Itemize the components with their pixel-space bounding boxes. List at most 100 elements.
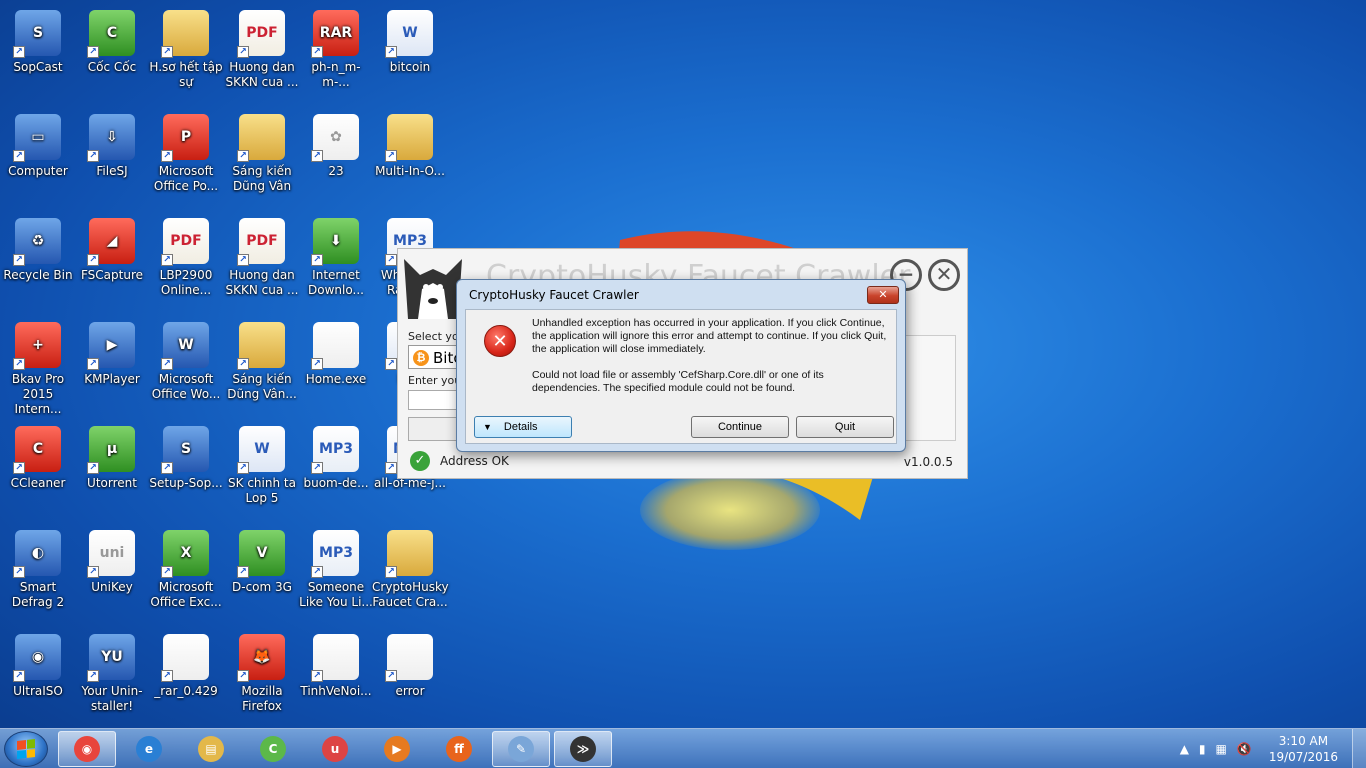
shortcut-arrow-icon: ↗ xyxy=(87,46,99,58)
details-label: Details xyxy=(503,421,538,433)
desktop-icon-image: V ↗ xyxy=(237,530,285,578)
desktop-icon[interactable]: ◐ ↗ Smart Defrag 2 xyxy=(0,526,76,610)
desktop-icon-image: W↗ xyxy=(161,322,209,370)
network-icon[interactable]: ▦ xyxy=(1216,742,1227,756)
desktop-icon[interactable]: P ↗ Microsoft Office Po... xyxy=(148,110,224,194)
details-button[interactable]: ▼ Details xyxy=(474,416,572,438)
taskbar-file-explorer-button[interactable]: ▤ xyxy=(182,731,240,767)
media-player-icon: ▶ xyxy=(384,736,410,762)
show-desktop-button[interactable] xyxy=(1352,729,1366,768)
desktop-icon-glyph: + xyxy=(32,336,44,353)
desktop-icon[interactable]: ✿ ↗ 23 xyxy=(298,110,374,179)
taskbar-cryptohusky-button[interactable]: ≫ xyxy=(554,731,612,767)
desktop-icon[interactable]: W ↗ Microsoft Office Wo... xyxy=(148,318,224,402)
desktop-icon[interactable]: V ↗ D-com 3G xyxy=(224,526,300,595)
desktop-icon-label: 23 xyxy=(328,164,344,178)
desktop-icon-label: FileSJ xyxy=(96,164,128,178)
desktop-icon[interactable]: µ ↗ Utorrent xyxy=(74,422,150,491)
desktop-icon[interactable]: ↗ Multi-In-O... xyxy=(372,110,448,179)
desktop-icon-label: Huong dan SKKN cua ... xyxy=(225,60,299,89)
desktop-icon[interactable]: MP3 ↗ Someone Like You Li... xyxy=(298,526,374,610)
desktop-icon[interactable]: ↗ Sáng kiến Dũng Vân... xyxy=(224,318,300,402)
clock[interactable]: 3:10 AM 19/07/2016 xyxy=(1269,733,1338,765)
desktop-icon-image: ▭ ↗ xyxy=(13,114,61,162)
desktop-icon[interactable]: ◉ ↗ UltraISO xyxy=(0,630,76,699)
continue-button[interactable]: Continue xyxy=(691,416,789,438)
shortcut-arrow-icon: ↗ xyxy=(237,462,249,474)
desktop-icon[interactable]: X ↗ Microsoft Office Exc... xyxy=(148,526,224,610)
paint-icon: ✎ xyxy=(508,736,534,762)
taskbar-firefox-button[interactable]: ff xyxy=(430,731,488,767)
error-message-general: Unhandled exception has occurred in your… xyxy=(532,317,887,355)
shortcut-arrow-icon: ↗ xyxy=(311,46,323,58)
desktop-icon[interactable]: ▭ ↗ Computer xyxy=(0,110,76,179)
desktop-icon[interactable]: MP3 ↗ buom-de... xyxy=(298,422,374,491)
desktop-icon-image: W↗ xyxy=(385,10,433,58)
address-status: ✓ Address OK xyxy=(410,451,509,471)
close-icon[interactable]: ✕ xyxy=(928,259,960,291)
desktop-icon[interactable]: ↗ Home.exe xyxy=(298,318,374,387)
battery-icon[interactable]: ▮ xyxy=(1199,742,1206,756)
desktop-icon-image: ↗ xyxy=(311,322,359,370)
desktop-icon[interactable]: ↗ Sáng kiến Dũng Vân xyxy=(224,110,300,194)
shortcut-arrow-icon: ↗ xyxy=(161,46,173,58)
error-dialog[interactable]: CryptoHusky Faucet Crawler ✕ ✕ Unhandled… xyxy=(456,279,906,452)
desktop-icon[interactable]: PDF ↗ Huong dan SKKN cua ... xyxy=(224,6,300,90)
desktop-icon[interactable]: ⇩ ↗ FileSJ xyxy=(74,110,150,179)
status-text: Address OK xyxy=(440,454,509,468)
dialog-close-button[interactable]: ✕ xyxy=(867,286,899,304)
desktop-icon-glyph: PDF xyxy=(246,24,278,41)
shortcut-arrow-icon: ↗ xyxy=(311,150,323,162)
desktop-icon-image: ◉ ↗ xyxy=(13,634,61,682)
desktop-icon-glyph: ▶ xyxy=(106,336,118,353)
show-hidden-icons-icon[interactable]: ▲ xyxy=(1180,742,1189,756)
desktop-icon-label: Utorrent xyxy=(87,476,137,490)
desktop-icon[interactable]: ↗ H.sơ hết tập sự xyxy=(148,6,224,90)
taskbar-unikey-button[interactable]: u xyxy=(306,731,364,767)
desktop-icon-label: SK chinh ta Lop 5 xyxy=(228,476,296,505)
desktop-icon-image: ↗ xyxy=(237,114,285,162)
desktop-icon[interactable]: W ↗ bitcoin xyxy=(372,6,448,75)
shortcut-arrow-icon: ↗ xyxy=(385,358,397,370)
desktop-icon[interactable]: 🦊 ↗ Mozilla Firefox xyxy=(224,630,300,714)
desktop-icon-glyph: W xyxy=(254,440,270,457)
desktop-icon-image: YU ↗ xyxy=(87,634,135,682)
taskbar-media-player-button[interactable]: ▶ xyxy=(368,731,426,767)
desktop-icon[interactable]: C ↗ Cốc Cốc xyxy=(74,6,150,75)
taskbar-coccoc-button[interactable]: C xyxy=(244,731,302,767)
desktop-icon-image: ↗ xyxy=(237,322,285,370)
desktop-icon[interactable]: ⬇ ↗ Internet Downlo... xyxy=(298,214,374,298)
desktop-icon[interactable]: W ↗ SK chinh ta Lop 5 xyxy=(224,422,300,506)
desktop-icon[interactable]: S ↗ Setup-Sop... xyxy=(148,422,224,491)
desktop-icon[interactable]: ▶ ↗ KMPlayer xyxy=(74,318,150,387)
desktop-icon[interactable]: ↗ CryptoHusky Faucet Cra... xyxy=(372,526,449,610)
desktop-icon[interactable]: S ↗ SopCast xyxy=(0,6,76,75)
shortcut-arrow-icon: ↗ xyxy=(311,358,323,370)
desktop-icon[interactable]: ♻ ↗ Recycle Bin xyxy=(0,214,76,283)
volume-muted-icon[interactable]: 🔇 xyxy=(1237,742,1252,756)
desktop-icon-label: H.sơ hết tập sự xyxy=(149,60,223,89)
desktop-icon[interactable]: uni ↗ UniKey xyxy=(74,526,150,595)
desktop-icon-glyph: MP3 xyxy=(393,232,427,249)
desktop-icon[interactable]: PDF ↗ LBP2900 Online... xyxy=(148,214,224,298)
quit-button[interactable]: Quit xyxy=(796,416,894,438)
desktop-icon[interactable]: YU ↗ Your Unin-staller! xyxy=(74,630,150,714)
desktop-icon[interactable]: PDF ↗ Huong dan SKKN cua ... xyxy=(224,214,300,298)
file-explorer-icon: ▤ xyxy=(198,736,224,762)
desktop-icon[interactable]: + ↗ Bkav Pro 2015 Intern... xyxy=(0,318,76,417)
clock-date: 19/07/2016 xyxy=(1268,750,1338,764)
desktop-icon[interactable]: ↗ _rar_0.429 xyxy=(148,630,224,699)
desktop-icon[interactable]: ◢ ↗ FSCapture xyxy=(74,214,150,283)
desktop-icon[interactable]: C ↗ CCleaner xyxy=(0,422,76,491)
start-button[interactable] xyxy=(4,731,48,767)
shortcut-arrow-icon: ↗ xyxy=(237,670,249,682)
taskbar-paint-button[interactable]: ✎ xyxy=(492,731,550,767)
desktop-icon[interactable]: RAR ↗ ph-n_m-m-... xyxy=(298,6,374,90)
taskbar-internet-explorer-button[interactable]: e xyxy=(120,731,178,767)
desktop-icon[interactable]: ↗ error xyxy=(372,630,448,699)
desktop-icon-glyph: W xyxy=(402,24,418,41)
taskbar-chrome-button[interactable]: ◉ xyxy=(58,731,116,767)
desktop-icon-image: + ↗ xyxy=(13,322,61,370)
desktop-icon[interactable]: ↗ TinhVeNoi... xyxy=(298,630,374,699)
shortcut-arrow-icon: ↗ xyxy=(87,566,99,578)
